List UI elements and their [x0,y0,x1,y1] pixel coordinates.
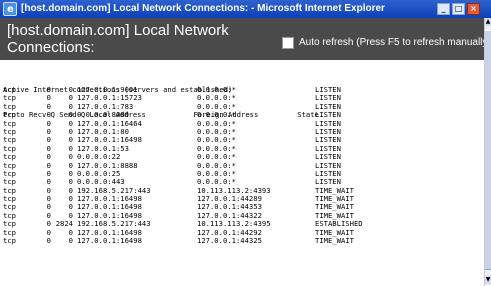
auto-refresh-checkbox[interactable] [282,36,294,49]
close-button[interactable]: × [467,3,480,15]
window-title: [host.domain.com] Local Network Connecti… [21,3,385,14]
internet-explorer-icon: e [3,2,17,16]
maximize-button[interactable]: □ [452,3,465,15]
page-header: [host.domain.com] Local Network Connecti… [0,18,491,60]
vertical-scrollbar[interactable]: ▲ ▼ [484,18,491,286]
netstat-output: Active Internet connections (servers and… [0,60,484,286]
send-q-cell: 0 [68,236,73,246]
page-title: [host.domain.com] Local Network Connecti… [7,22,257,56]
browser-window: e [host.domain.com] Local Network Connec… [0,0,491,286]
page-title-line1: [host.domain.com] Local Network [7,22,229,39]
scroll-thumb[interactable] [485,30,491,270]
auto-refresh-label: Auto refresh (Press F5 to refresh manual… [299,37,491,48]
scroll-up-arrow-icon[interactable]: ▲ [485,18,491,26]
proto-cell: tcp [3,236,16,246]
state-cell: TIME_WAIT [315,236,354,246]
title-bar[interactable]: e [host.domain.com] Local Network Connec… [0,0,491,18]
local-address-cell: 127.0.0.1:16498 [77,236,142,246]
recv-q-cell: 0 [46,236,51,246]
scroll-down-arrow-icon[interactable]: ▼ [485,276,491,284]
auto-refresh-toggle[interactable]: Auto refresh (Press F5 to refresh manual… [282,32,491,51]
minimize-button[interactable]: _ [437,3,450,15]
foreign-address-cell: 127.0.0.1:44325 [197,236,262,246]
netstat-table: tcp 0 0 127.0.0.1:9001 0.0.0.0:* LISTEN tcp 0 0 1… [3,85,385,246]
page-title-line2: Connections: [7,39,95,56]
table-row: tcp 0 0 127.0.0.1:16498 127.0.0.1:44325 TIME_… [3,236,385,246]
